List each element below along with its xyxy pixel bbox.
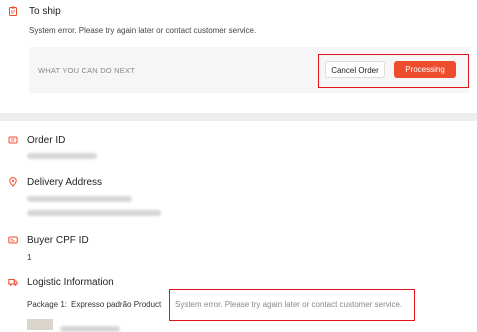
- buyer-cpf-value: 1: [27, 253, 32, 262]
- order-id-icon: [8, 135, 18, 145]
- status-title: To ship: [29, 6, 61, 17]
- status-error-message: System error. Please try again later or …: [29, 26, 257, 35]
- buyer-cpf-label: Buyer CPF ID: [27, 235, 89, 246]
- clipboard-icon: [8, 6, 18, 16]
- order-id-value-redacted: [27, 153, 97, 159]
- actions-highlight-box: [318, 54, 469, 88]
- package-label: Package 1:: [27, 300, 68, 309]
- section-divider: [0, 113, 477, 121]
- truck-icon: [8, 277, 18, 287]
- delivery-address-line1-redacted: [27, 196, 132, 202]
- next-actions-label: WHAT YOU CAN DO NEXT: [38, 66, 135, 75]
- location-pin-icon: [8, 177, 18, 187]
- order-id-label: Order ID: [27, 135, 66, 146]
- package-shipping-method: Expresso padrão Product: [71, 300, 162, 309]
- product-thumbnail: [27, 319, 53, 330]
- id-card-icon: [8, 235, 18, 245]
- logistic-info-label: Logistic Information: [27, 277, 114, 288]
- product-name-redacted: [60, 326, 120, 332]
- delivery-address-label: Delivery Address: [27, 177, 103, 188]
- delivery-address-line2-redacted: [27, 210, 161, 216]
- logistics-error-highlight-box: [169, 289, 415, 321]
